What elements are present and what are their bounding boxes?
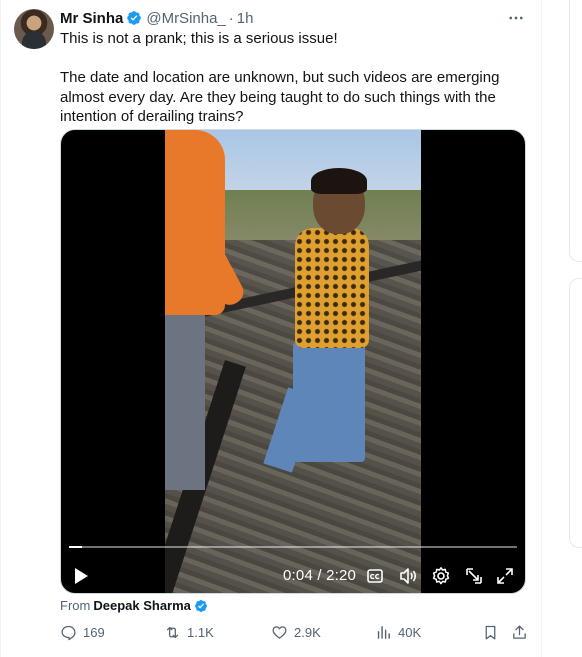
video-controls: 0:04 / 2:20: [61, 533, 525, 593]
retweet-icon: [166, 626, 179, 639]
views-chart-icon: [377, 626, 390, 639]
bookmark-button[interactable]: [482, 624, 505, 641]
tweet-text-line2: The date and location are unknown, but s…: [60, 69, 500, 125]
share-icon: [513, 625, 526, 639]
source-name[interactable]: Deepak Sharma: [93, 598, 191, 613]
sidebar-card-edge: [569, 278, 582, 548]
captions-icon[interactable]: [367, 568, 383, 584]
reply-count: 169: [83, 625, 105, 640]
separator-dot: ·: [228, 9, 234, 27]
video-scene-child: [295, 228, 369, 348]
tweet-text: This is not a prank; this is a serious i…: [60, 29, 530, 127]
settings-gear-icon[interactable]: [431, 566, 451, 586]
play-icon[interactable]: [71, 566, 91, 586]
video-progress-fill: [69, 546, 82, 548]
like-button[interactable]: 2.9K: [271, 624, 321, 641]
author-name[interactable]: Mr Sinha: [60, 10, 123, 27]
sidebar-card-edge: [569, 0, 582, 262]
video-scene-person: [165, 310, 205, 490]
verified-badge-icon: [127, 11, 142, 25]
tweet-time[interactable]: 1h: [237, 10, 254, 27]
source-verified-badge-icon: [194, 599, 207, 612]
views-count: 40K: [398, 625, 422, 640]
tweet-actions: 169 1.1K 2.9K 40K: [60, 624, 530, 644]
tweet-text-line1: This is not a prank; this is a serious i…: [60, 30, 338, 47]
video-progress-bar[interactable]: [69, 546, 517, 548]
heart-icon: [272, 626, 287, 639]
video-player[interactable]: 0:04 / 2:20: [60, 129, 526, 594]
tweet-header: Mr Sinha @MrSinha_ · 1h: [60, 8, 253, 28]
retweet-button[interactable]: 1.1K: [164, 624, 214, 641]
video-scene-child: [311, 168, 367, 194]
source-prefix: From: [60, 598, 91, 613]
video-source: From Deepak Sharma: [60, 598, 208, 613]
picture-in-picture-icon[interactable]: [464, 566, 484, 586]
fullscreen-icon[interactable]: [495, 566, 515, 586]
volume-icon[interactable]: [398, 566, 418, 586]
video-frame[interactable]: [165, 130, 421, 593]
bookmark-icon: [485, 625, 496, 640]
author-handle[interactable]: @MrSinha_: [146, 10, 225, 27]
sidebar-edge: [569, 0, 582, 657]
avatar[interactable]: [14, 9, 54, 49]
retweet-count: 1.1K: [187, 625, 214, 640]
timeline-border-right: [541, 0, 542, 657]
reply-icon: [61, 625, 76, 641]
video-scene-child: [293, 342, 365, 462]
more-options-icon[interactable]: [502, 8, 530, 28]
timeline-border-left: [0, 0, 1, 657]
views-button[interactable]: 40K: [375, 624, 421, 641]
like-count: 2.9K: [294, 625, 321, 640]
video-timecode: 0:04 / 2:20: [283, 567, 357, 584]
share-button[interactable]: [511, 624, 534, 641]
reply-button[interactable]: 169: [60, 624, 105, 641]
